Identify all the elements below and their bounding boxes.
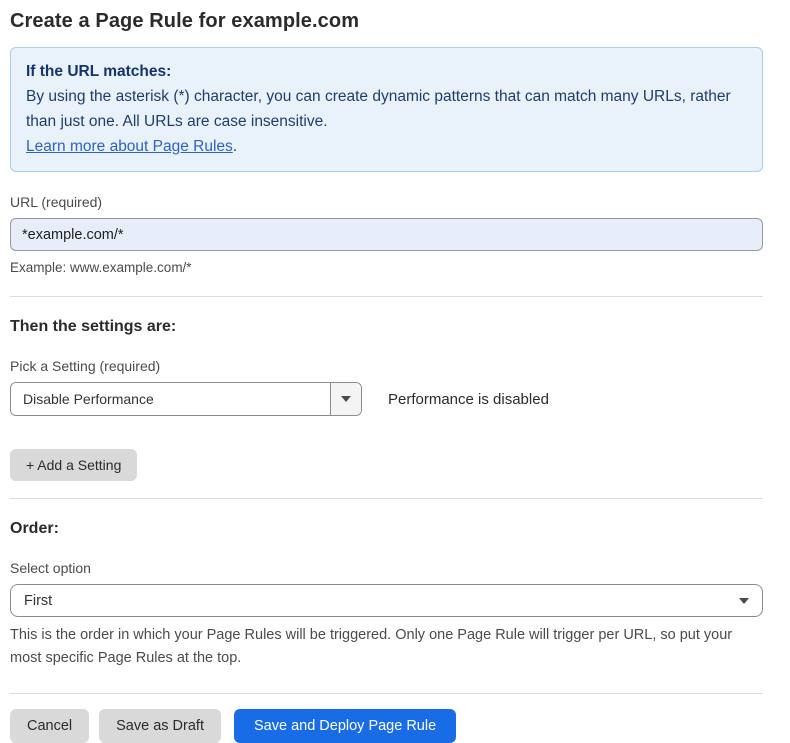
info-box-body: By using the asterisk (*) character, you… [26,84,747,134]
setting-row: Disable Performance Performance is disab… [10,382,763,416]
learn-more-link[interactable]: Learn more about Page Rules [26,138,233,155]
url-example-helper: Example: www.example.com/* [10,260,763,275]
pick-setting-label: Pick a Setting (required) [10,358,763,374]
order-select[interactable]: First [10,584,763,617]
divider [10,498,763,499]
url-input[interactable] [10,218,763,251]
cancel-button[interactable]: Cancel [10,709,89,743]
order-select-label: Select option [10,560,763,576]
divider [10,693,763,694]
order-select-value: First [24,593,52,609]
info-box-link-line: Learn more about Page Rules. [26,134,747,159]
add-setting-button[interactable]: + Add a Setting [10,449,137,481]
info-box-heading: If the URL matches: [26,59,747,84]
divider [10,296,763,297]
save-as-draft-button[interactable]: Save as Draft [99,709,221,743]
setting-dropdown-arrow-button[interactable] [330,383,361,415]
url-field-label: URL (required) [10,194,763,210]
link-suffix: . [233,138,237,155]
setting-status-text: Performance is disabled [388,391,549,408]
order-section-heading: Order: [10,520,763,538]
page-title: Create a Page Rule for example.com [10,10,763,33]
setting-dropdown[interactable]: Disable Performance [10,382,362,416]
chevron-down-icon [341,396,351,402]
save-and-deploy-button[interactable]: Save and Deploy Page Rule [234,709,456,743]
order-helper-text: This is the order in which your Page Rul… [10,624,755,670]
setting-dropdown-value: Disable Performance [11,383,330,415]
url-match-info-box: If the URL matches: By using the asteris… [10,47,763,172]
chevron-down-icon [739,598,749,604]
settings-section-heading: Then the settings are: [10,318,763,336]
footer-button-row: Cancel Save as Draft Save and Deploy Pag… [10,709,763,743]
page-rule-form: Create a Page Rule for example.com If th… [0,0,790,743]
